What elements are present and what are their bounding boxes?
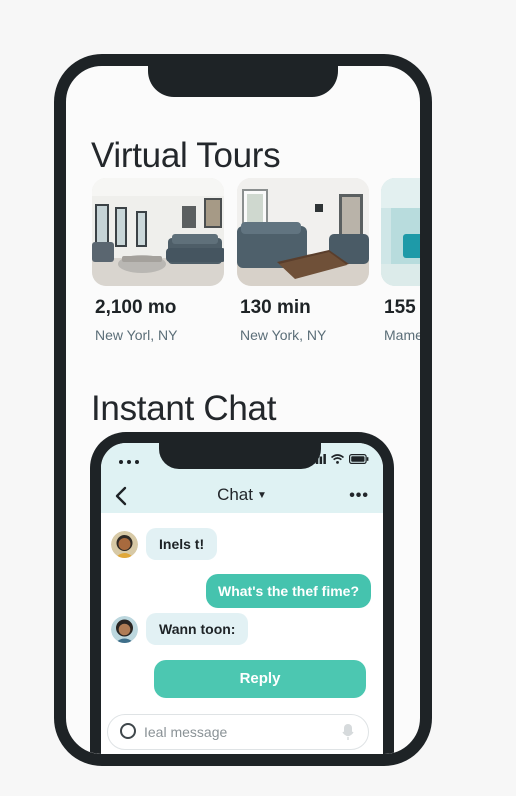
reply-button[interactable]: Reply	[154, 660, 366, 698]
circle-icon[interactable]	[120, 723, 136, 739]
message-row: Inels t!	[111, 528, 218, 560]
incoming-message: Wann toon:	[146, 613, 249, 645]
tour-location: New York, NY	[240, 327, 327, 343]
tour-price: 2,100 mo	[95, 297, 177, 318]
tour-photo	[92, 178, 224, 286]
tour-card[interactable]: 2,100 mo New Yorl, NY	[92, 178, 224, 343]
chat-title-dropdown[interactable]: Chat ▼	[101, 485, 383, 505]
tour-location: Mame	[384, 327, 423, 343]
chat-phone-mockup: Chat ▼ ••• Inels t! What's the thef fime?	[90, 432, 394, 754]
phone-notch	[148, 66, 338, 97]
avatar	[111, 615, 138, 643]
wifi-icon	[331, 454, 344, 464]
phone-frame: Virtual Tours 2,100 mo New Yorl, NY 130 …	[54, 54, 432, 766]
message-input-bar	[107, 714, 369, 750]
tour-card[interactable]: 155 Mame	[381, 178, 423, 343]
mic-icon[interactable]	[342, 723, 354, 741]
message-row: Wann toon:	[111, 613, 249, 645]
tour-price: 155	[384, 297, 416, 318]
tour-price: 130 min	[240, 297, 311, 318]
status-dots	[119, 460, 139, 464]
tour-photo	[237, 178, 369, 286]
tour-location: New Yorl, NY	[95, 327, 178, 343]
battery-icon	[349, 454, 369, 464]
caret-down-icon: ▼	[257, 490, 267, 501]
chat-title: Chat	[217, 485, 253, 504]
outgoing-message: What's the thef fime?	[206, 574, 371, 608]
message-input[interactable]	[144, 722, 324, 742]
incoming-message: Inels t!	[146, 528, 218, 560]
more-icon[interactable]: •••	[349, 487, 369, 505]
chat-phone-notch	[159, 443, 321, 469]
virtual-tours-title: Virtual Tours	[91, 136, 281, 175]
instant-chat-title: Instant Chat	[91, 389, 277, 428]
avatar	[111, 530, 138, 558]
tour-photo	[381, 178, 420, 286]
tour-card[interactable]: 130 min New York, NY	[237, 178, 369, 343]
status-icons	[312, 454, 369, 464]
